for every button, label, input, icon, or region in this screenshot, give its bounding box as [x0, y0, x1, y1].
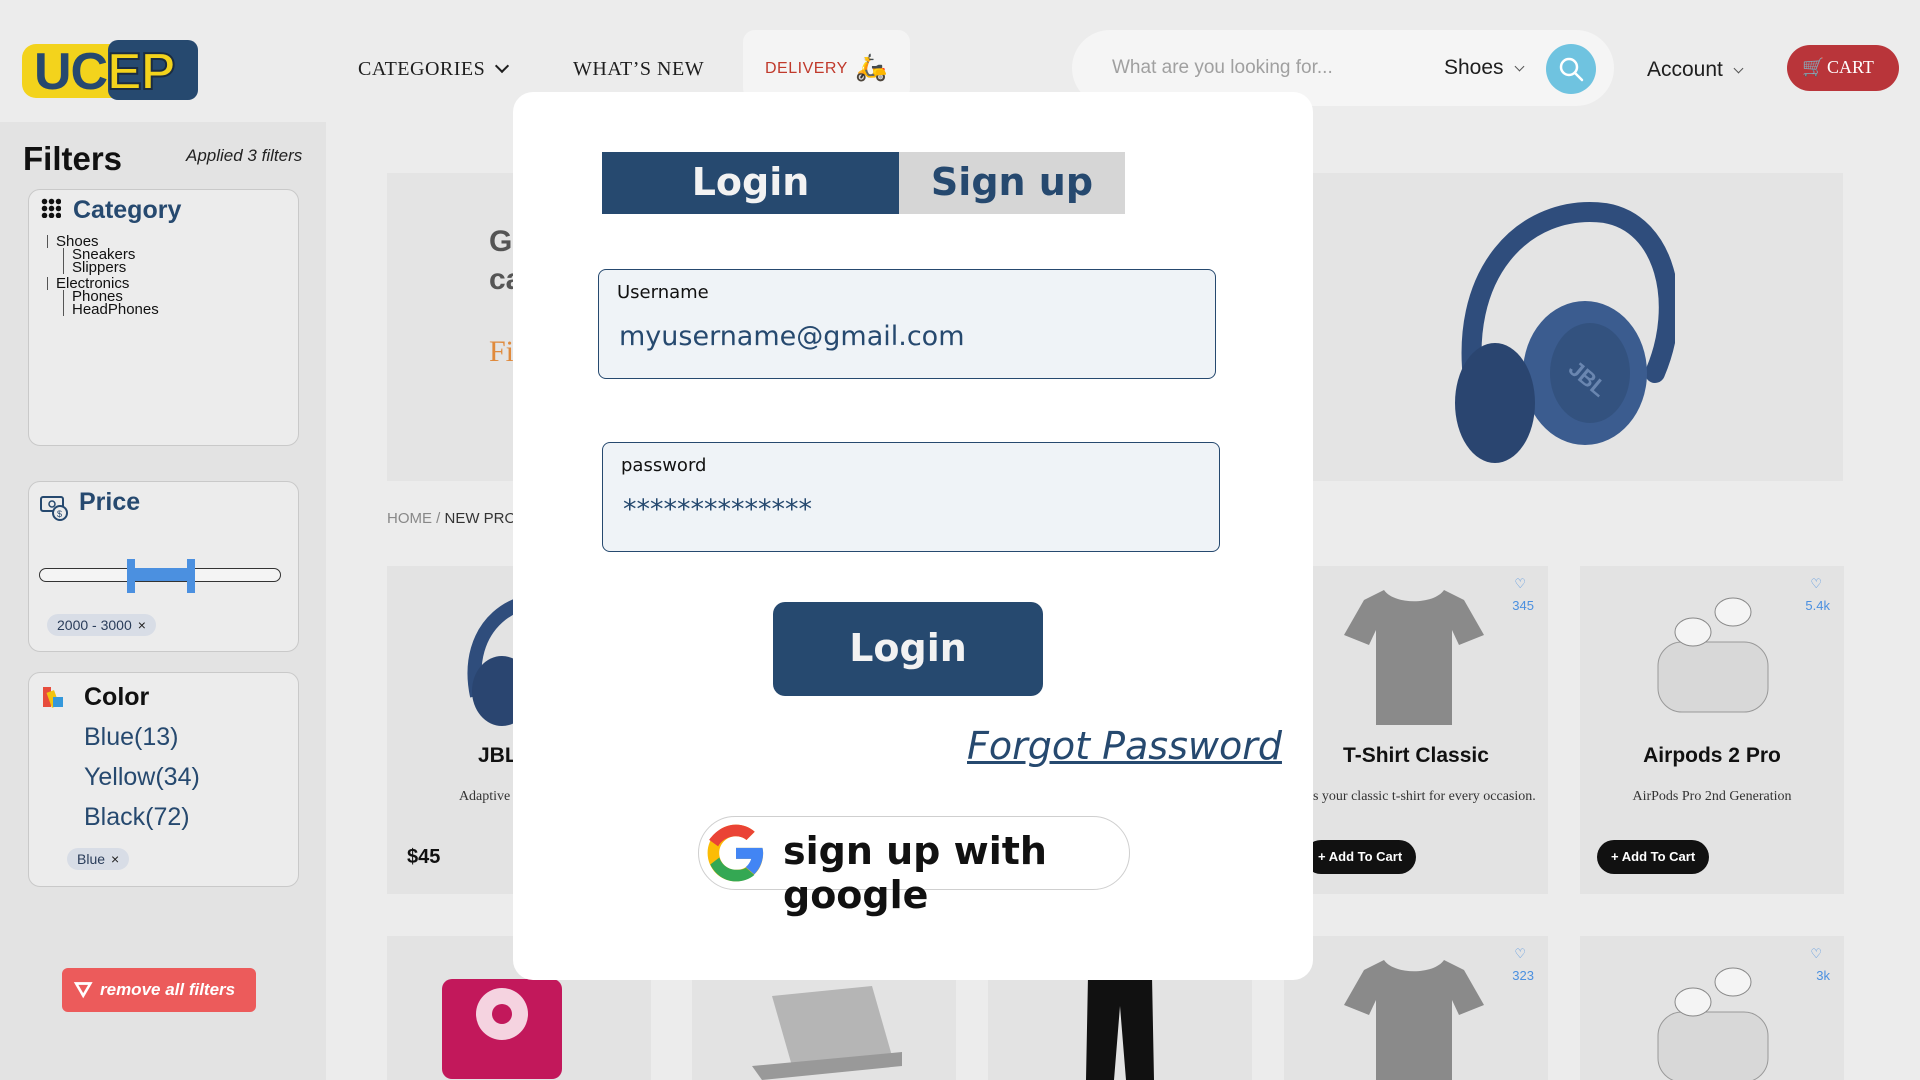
search-icon [1559, 57, 1584, 82]
password-input[interactable] [623, 489, 1183, 529]
pants-image [1086, 976, 1154, 1080]
close-icon[interactable]: × [138, 617, 146, 633]
ipod-image [442, 979, 562, 1079]
color-option-blue[interactable]: Blue(13) [84, 717, 200, 757]
breadcrumb-current: NEW PRO [444, 510, 517, 527]
likes-count: 345 [1512, 598, 1534, 613]
logo[interactable]: UCEP [22, 40, 198, 102]
close-icon[interactable]: × [111, 851, 119, 867]
cart-icon: 🛒 [1802, 57, 1825, 77]
tab-login[interactable]: Login [602, 152, 899, 214]
auth-tabs: Login Sign up [602, 152, 1125, 214]
color-filter: Color Blue(13) Yellow(34) Black(72) Blue… [28, 672, 299, 887]
username-input[interactable] [619, 316, 1179, 356]
filters-title: Filters [23, 140, 123, 177]
category-item-headphones[interactable]: HeadPhones [63, 302, 159, 317]
money-icon: $ [40, 496, 68, 521]
likes-count: 323 [1512, 968, 1534, 983]
remove-all-filters-button[interactable]: ⛛ remove all filters [62, 968, 256, 1012]
account-menu[interactable]: Account [1647, 58, 1744, 82]
plus-icon: + [1318, 849, 1329, 864]
product-card[interactable]: ♡ 3k [1580, 936, 1844, 1080]
username-field: Username [598, 269, 1216, 379]
palette-icon [43, 687, 63, 708]
search-input[interactable] [1112, 52, 1372, 84]
product-description: is is your classic t-shirt for every occ… [1296, 789, 1536, 804]
color-option-black[interactable]: Black(72) [84, 797, 200, 837]
chevron-down-icon [1733, 63, 1744, 74]
likes-count: 3k [1816, 968, 1830, 983]
price-filter-chip[interactable]: 2000 - 3000 × [47, 614, 156, 636]
username-label: Username [617, 282, 709, 303]
search-category-select[interactable]: Shoes [1444, 56, 1524, 80]
product-description: AirPods Pro 2nd Generation [1632, 789, 1792, 804]
color-filter-chip[interactable]: Blue × [67, 848, 130, 870]
google-signup-button[interactable]: sign up with google [698, 816, 1130, 917]
tshirt-image [1344, 960, 1484, 1080]
heart-icon[interactable]: ♡ [1810, 946, 1822, 962]
category-filter: Category Shoes Sneakers Slippers Electro… [28, 189, 299, 446]
color-option-yellow[interactable]: Yellow(34) [84, 757, 200, 797]
logo-text: UCEP [34, 42, 176, 102]
chevron-down-icon [495, 58, 510, 74]
airpods-image [1657, 597, 1769, 713]
search-button[interactable] [1546, 44, 1596, 94]
airpods-image [1657, 967, 1769, 1080]
password-label: password [621, 455, 707, 476]
heart-icon[interactable]: ♡ [1514, 946, 1526, 962]
cart-button[interactable]: 🛒 CART [1787, 45, 1899, 91]
nav-whats-new[interactable]: WHAT’S NEW [573, 58, 704, 81]
chevron-down-icon [1514, 61, 1524, 72]
product-title: Airpods 2 Pro [1643, 744, 1781, 767]
price-min-handle[interactable] [127, 559, 135, 593]
price-range-slider[interactable] [39, 559, 281, 593]
banner-link[interactable]: Fi [489, 335, 514, 369]
filters-sidebar: Filters Applied 3 filters Category Shoes… [0, 122, 326, 1080]
forgot-password-link[interactable]: Forgot Password [967, 724, 1282, 768]
google-icon [707, 824, 764, 882]
add-to-cart-button[interactable]: + Add To Cart [1597, 840, 1710, 874]
applied-filters-count: Applied 3 filters [186, 146, 303, 165]
tab-signup[interactable]: Sign up [899, 152, 1125, 214]
laptop-image [752, 986, 902, 1080]
svg-text:$: $ [57, 509, 62, 519]
product-price: $45 [407, 846, 441, 868]
nav-categories[interactable]: CATEGORIES [358, 58, 510, 81]
product-card[interactable]: ♡ 323 [1284, 936, 1548, 1080]
price-filter: $ Price 2000 - 3000 × [28, 481, 299, 652]
tshirt-image [1344, 590, 1484, 725]
breadcrumb-home[interactable]: HOME [387, 510, 432, 527]
category-tree: Shoes Sneakers Slippers Electronics Phon… [47, 232, 159, 317]
grid-icon [41, 198, 61, 219]
heart-icon[interactable]: ♡ [1810, 576, 1822, 592]
scooter-icon: 🛵 [855, 52, 888, 82]
likes-count: 5.4k [1805, 598, 1830, 613]
plus-icon: + [1611, 849, 1622, 864]
category-item-slippers[interactable]: Slippers [63, 260, 159, 275]
password-field: password [602, 442, 1220, 552]
breadcrumb: HOME / NEW PRO [387, 510, 517, 527]
price-max-handle[interactable] [187, 559, 195, 593]
nav-delivery[interactable]: DELIVERY 🛵 [743, 30, 910, 100]
login-modal: Login Sign up Username password Login Fo… [513, 92, 1313, 980]
product-title: T-Shirt Classic [1343, 744, 1489, 767]
product-card[interactable]: ♡ 5.4k Airpods 2 Pro AirPods Pro 2nd Gen… [1580, 566, 1844, 894]
login-button[interactable]: Login [773, 602, 1043, 696]
product-card[interactable]: ♡ 345 T-Shirt Classic is is your classic… [1284, 566, 1548, 894]
headphones-image: JBL [1455, 202, 1675, 463]
add-to-cart-button[interactable]: + Add To Cart [1304, 840, 1417, 874]
heart-icon[interactable]: ♡ [1514, 576, 1526, 592]
filter-icon: ⛛ [74, 977, 93, 1002]
